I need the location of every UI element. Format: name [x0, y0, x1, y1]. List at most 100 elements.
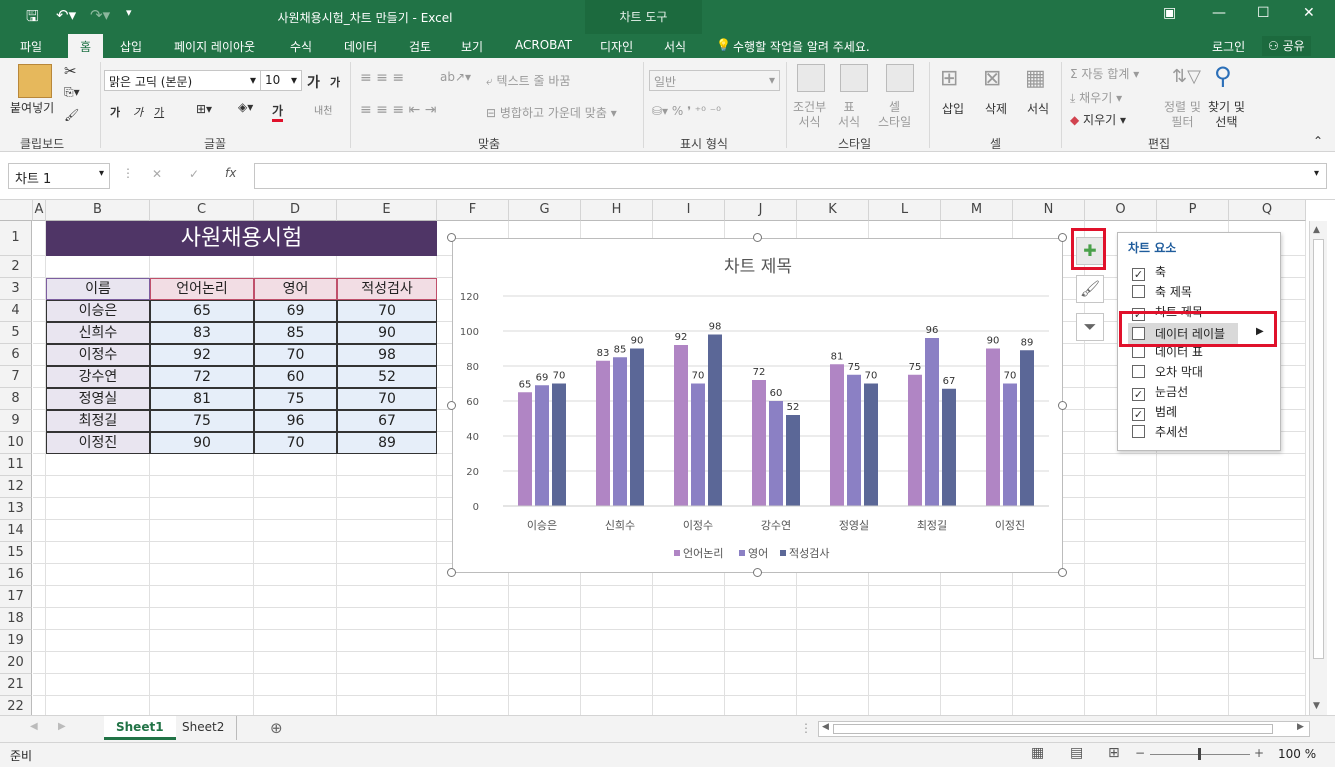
column-header[interactable]: D: [254, 200, 337, 221]
column-header[interactable]: B: [46, 200, 150, 221]
chart-element-option[interactable]: ✓ 축: [1132, 263, 1166, 281]
checkbox[interactable]: ✓: [1132, 408, 1145, 421]
font-size-box[interactable]: 10 ▾: [260, 70, 302, 91]
format-cells-button[interactable]: 서식: [1027, 100, 1049, 117]
row-header[interactable]: 10: [0, 432, 32, 454]
table-cell[interactable]: 85: [254, 322, 337, 344]
enter-icon[interactable]: ✓: [189, 167, 199, 181]
resize-handle[interactable]: [447, 400, 456, 410]
resize-handle[interactable]: [1058, 233, 1067, 242]
row-header[interactable]: 17: [0, 586, 32, 608]
row-header[interactable]: 11: [0, 454, 32, 476]
row-header[interactable]: 20: [0, 652, 32, 674]
table-cell[interactable]: 69: [254, 300, 337, 322]
row-header[interactable]: 15: [0, 542, 32, 564]
chart-filters-button[interactable]: ⏷: [1076, 313, 1104, 341]
scroll-down-icon[interactable]: ▼: [1313, 701, 1320, 711]
select-all-corner[interactable]: [0, 200, 33, 221]
zoom-out-icon[interactable]: −: [1135, 746, 1145, 760]
bold-button[interactable]: 가: [110, 104, 120, 120]
copy-icon[interactable]: ⎘▾: [64, 85, 80, 100]
column-header[interactable]: N: [1013, 200, 1085, 221]
wrap-text-button[interactable]: ⤶ 텍스트 줄 바꿈: [486, 72, 570, 89]
table-cell[interactable]: 이승은: [46, 300, 150, 322]
phonetic-icon[interactable]: 내천: [314, 102, 332, 117]
tab-file[interactable]: 파일: [20, 38, 42, 55]
share-button[interactable]: ⚇ 공유: [1262, 36, 1311, 56]
formula-input[interactable]: [254, 163, 1327, 189]
row-header[interactable]: 21: [0, 674, 32, 696]
table-cell[interactable]: 92: [150, 344, 254, 366]
table-cell[interactable]: 이름: [46, 278, 150, 300]
login-link[interactable]: 로그인: [1212, 38, 1245, 55]
tab-page-layout[interactable]: 페이지 레이아웃: [174, 38, 255, 55]
row-header[interactable]: 5: [0, 322, 32, 344]
column-header[interactable]: F: [437, 200, 509, 221]
chart-element-option[interactable]: ✓ 눈금선: [1132, 383, 1188, 401]
table-cell[interactable]: 75: [150, 410, 254, 432]
insert-cells-button[interactable]: 삽입: [942, 100, 964, 117]
tell-me-box[interactable]: 수행할 작업을 알려 주세요.: [733, 38, 870, 55]
cell-styles-button[interactable]: 셀 스타일: [878, 100, 911, 130]
page-layout-view-icon[interactable]: ▤: [1070, 745, 1083, 761]
row-header[interactable]: 19: [0, 630, 32, 652]
delete-cells-icon[interactable]: ⊠: [983, 66, 1001, 91]
column-header[interactable]: O: [1085, 200, 1157, 221]
conditional-format-button[interactable]: 조건부 서식: [793, 100, 826, 130]
sort-filter-icon[interactable]: ⇅▽: [1172, 66, 1201, 87]
font-color-icon[interactable]: 가: [272, 102, 284, 122]
row-header[interactable]: 16: [0, 564, 32, 586]
cancel-icon[interactable]: ✕: [152, 167, 162, 181]
find-select-button[interactable]: 찾기 및 선택: [1208, 100, 1245, 130]
table-cell[interactable]: 언어논리: [150, 278, 254, 300]
top-align-icon[interactable]: ≡ ≡ ≡: [360, 70, 404, 86]
add-sheet-icon[interactable]: ⊕: [270, 719, 283, 737]
chart-object[interactable]: 차트 제목 0 20 40 60 80 100 120 65 69 70 이승은 83 85 90 신희수 92…: [452, 238, 1063, 573]
table-cell[interactable]: 신희수: [46, 322, 150, 344]
paste-button[interactable]: 붙여넣기: [10, 99, 54, 116]
scroll-up-icon[interactable]: ▲: [1313, 225, 1320, 235]
decrease-font-icon[interactable]: 가: [330, 74, 340, 90]
chart-element-option[interactable]: 축 제목: [1132, 283, 1192, 300]
tab-formulas[interactable]: 수식: [290, 38, 312, 55]
column-header[interactable]: L: [869, 200, 941, 221]
insert-function-icon[interactable]: fx: [225, 166, 236, 180]
table-cell[interactable]: 최정길: [46, 410, 150, 432]
column-header[interactable]: Q: [1229, 200, 1306, 221]
tab-design[interactable]: 디자인: [600, 38, 633, 55]
checkbox[interactable]: ✓: [1132, 268, 1145, 281]
scroll-right-icon[interactable]: ▶: [1297, 722, 1304, 732]
table-cell[interactable]: 83: [150, 322, 254, 344]
table-cell[interactable]: 영어: [254, 278, 337, 300]
vertical-scrollbar[interactable]: ▲ ▼: [1309, 221, 1327, 715]
chart-styles-button[interactable]: 🖌: [1076, 275, 1104, 303]
prev-sheet-icon[interactable]: ◀: [30, 721, 38, 732]
table-cell[interactable]: 67: [337, 410, 437, 432]
table-cell[interactable]: 강수연: [46, 366, 150, 388]
zoom-slider-thumb[interactable]: [1198, 748, 1201, 760]
merge-center-button[interactable]: ⊟ 병합하고 가운데 맞춤 ▾: [486, 104, 617, 121]
table-cell[interactable]: 90: [337, 322, 437, 344]
cell-styles-icon[interactable]: [886, 64, 914, 92]
horizontal-scrollbar[interactable]: ◀ ▶: [818, 721, 1310, 737]
page-break-view-icon[interactable]: ⊞: [1108, 745, 1120, 761]
ribbon-display-icon[interactable]: ▣: [1163, 5, 1176, 21]
font-name-box[interactable]: 맑은 고딕 (본문) ▾: [104, 70, 261, 91]
resize-handle[interactable]: [1058, 568, 1067, 577]
table-cell[interactable]: 이정수: [46, 344, 150, 366]
table-cell[interactable]: 96: [254, 410, 337, 432]
format-as-table-button[interactable]: 표 서식: [838, 100, 860, 130]
fill-color-icon[interactable]: ◈▾: [238, 100, 253, 114]
row-header[interactable]: 14: [0, 520, 32, 542]
table-cell[interactable]: 52: [337, 366, 437, 388]
resize-handle[interactable]: [752, 568, 762, 577]
column-header[interactable]: M: [941, 200, 1013, 221]
table-cell[interactable]: 60: [254, 366, 337, 388]
left-align-icon[interactable]: ≡ ≡ ≡ ⇤ ⇥: [360, 102, 436, 118]
table-cell[interactable]: 정영실: [46, 388, 150, 410]
h-scrollbar-thumb[interactable]: [833, 724, 1273, 734]
format-as-table-icon[interactable]: [840, 64, 868, 92]
orientation-icon[interactable]: ab↗▾: [440, 70, 471, 84]
fill-button[interactable]: ⤓ 채우기 ▾: [1070, 89, 1122, 106]
split-handle[interactable]: ⋮: [800, 721, 812, 735]
